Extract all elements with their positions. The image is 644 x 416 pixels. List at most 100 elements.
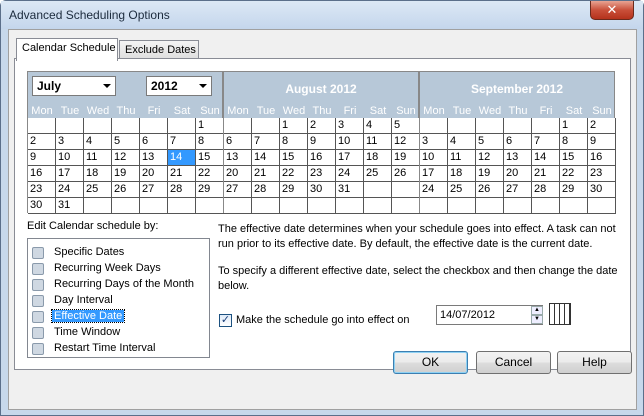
day-cell[interactable]: 14 [252,150,280,166]
effective-date-checkbox[interactable]: ✓ [219,314,232,327]
day-cell[interactable]: 27 [140,182,168,198]
day-cell[interactable]: 6 [140,134,168,150]
day-cell[interactable]: 26 [392,166,420,182]
day-cell[interactable]: 20 [224,166,252,182]
day-cell[interactable]: 18 [84,166,112,182]
day-cell[interactable]: 30 [28,198,56,214]
day-cell[interactable]: 24 [56,182,84,198]
day-cell[interactable]: 21 [532,166,560,182]
day-cell[interactable]: 24 [420,182,448,198]
date-spin-up-icon[interactable]: ▲ [531,306,543,315]
day-cell[interactable]: 19 [392,150,420,166]
day-cell[interactable]: 15 [560,150,588,166]
day-cell[interactable]: 31 [336,182,364,198]
day-cell[interactable]: 6 [224,134,252,150]
date-spin-down-icon[interactable]: ▼ [531,315,543,324]
effective-date-input[interactable]: 14/07/2012 [436,305,543,325]
month-select[interactable]: July [32,76,116,96]
day-cell[interactable]: 3 [420,134,448,150]
day-cell[interactable]: 22 [280,166,308,182]
day-cell[interactable]: 21 [168,166,196,182]
cancel-button[interactable]: Cancel [476,351,551,374]
day-cell[interactable]: 17 [56,166,84,182]
day-cell[interactable]: 3 [56,134,84,150]
day-cell[interactable]: 12 [112,150,140,166]
day-cell[interactable]: 26 [476,182,504,198]
help-button[interactable]: Help [557,351,632,374]
day-cell[interactable]: 14 [532,150,560,166]
day-cell[interactable]: 13 [140,150,168,166]
day-cell[interactable]: 31 [56,198,84,214]
day-cell[interactable]: 18 [448,166,476,182]
title-bar[interactable]: Advanced Scheduling Options ✕ [1,1,643,29]
day-cell[interactable]: 11 [84,150,112,166]
day-cell[interactable]: 16 [308,150,336,166]
day-cell[interactable]: 1 [196,118,224,134]
day-cell[interactable]: 2 [308,118,336,134]
day-cell[interactable]: 3 [336,118,364,134]
day-cell[interactable]: 16 [28,166,56,182]
day-cell[interactable]: 5 [392,118,420,134]
day-cell[interactable]: 17 [336,150,364,166]
day-cell[interactable]: 4 [84,134,112,150]
day-cell[interactable]: 8 [280,134,308,150]
day-cell[interactable]: 30 [308,182,336,198]
day-cell[interactable]: 28 [168,182,196,198]
day-cell[interactable]: 26 [112,182,140,198]
day-cell[interactable]: 25 [448,182,476,198]
day-cell[interactable]: 29 [560,182,588,198]
day-cell[interactable]: 25 [84,182,112,198]
day-cell[interactable]: 16 [588,150,616,166]
day-cell[interactable]: 4 [448,134,476,150]
day-cell[interactable]: 19 [476,166,504,182]
day-cell[interactable]: 20 [140,166,168,182]
day-cell[interactable]: 10 [336,134,364,150]
day-cell[interactable]: 6 [504,134,532,150]
day-cell[interactable]: 27 [224,182,252,198]
day-cell[interactable]: 14 [168,150,196,166]
schedule-option[interactable]: Day Interval [30,293,206,309]
day-cell[interactable]: 30 [588,182,616,198]
day-cell[interactable]: 29 [280,182,308,198]
schedule-option[interactable]: Recurring Week Days [30,261,206,277]
day-cell[interactable]: 2 [588,118,616,134]
day-cell[interactable]: 1 [560,118,588,134]
day-cell[interactable]: 9 [308,134,336,150]
close-button[interactable]: ✕ [590,1,634,20]
day-cell[interactable]: 21 [252,166,280,182]
day-cell[interactable]: 20 [504,166,532,182]
schedule-option[interactable]: Time Window [30,325,206,341]
day-cell[interactable]: 23 [28,182,56,198]
year-select[interactable]: 2012 [146,76,212,96]
day-cell[interactable]: 2 [28,134,56,150]
day-cell[interactable]: 27 [504,182,532,198]
day-cell[interactable]: 24 [336,166,364,182]
day-cell[interactable]: 19 [112,166,140,182]
day-cell[interactable]: 10 [420,150,448,166]
day-cell[interactable]: 15 [280,150,308,166]
day-cell[interactable]: 12 [392,134,420,150]
schedule-listbox[interactable]: Specific Dates Recurring Week Days Recurri… [27,238,210,358]
day-cell[interactable]: 18 [364,150,392,166]
ok-button[interactable]: OK [393,351,468,374]
day-cell[interactable]: 13 [504,150,532,166]
day-cell[interactable]: 28 [252,182,280,198]
day-cell[interactable]: 17 [420,166,448,182]
day-cell[interactable]: 9 [28,150,56,166]
day-cell[interactable]: 22 [560,166,588,182]
day-cell[interactable]: 10 [56,150,84,166]
schedule-option[interactable]: Effective Date [30,309,206,325]
schedule-option[interactable]: Recurring Days of the Month [30,277,206,293]
day-cell[interactable]: 7 [532,134,560,150]
day-cell[interactable]: 15 [196,150,224,166]
day-cell[interactable]: 23 [588,166,616,182]
day-cell[interactable]: 7 [168,134,196,150]
day-cell[interactable]: 25 [364,166,392,182]
tab-calendar-schedule[interactable]: Calendar Schedule [16,38,118,61]
day-cell[interactable]: 8 [196,134,224,150]
day-cell[interactable]: 11 [448,150,476,166]
day-cell[interactable]: 28 [532,182,560,198]
day-cell[interactable]: 11 [364,134,392,150]
day-cell[interactable]: 13 [224,150,252,166]
day-cell[interactable]: 5 [476,134,504,150]
